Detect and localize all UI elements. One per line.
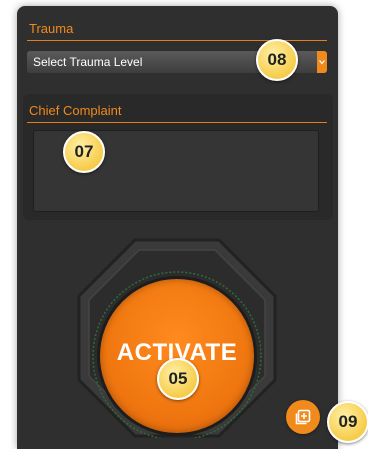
chief-complaint-label: Chief Complaint — [29, 103, 122, 118]
chevron-down-icon[interactable] — [317, 51, 327, 73]
callout-badge-08: 08 — [256, 39, 298, 81]
trauma-level-select-value: Select Trauma Level — [33, 55, 143, 69]
add-copy-icon — [295, 409, 311, 425]
chief-complaint-divider — [27, 122, 327, 123]
callout-badge-07: 07 — [63, 131, 105, 173]
callout-badge-09: 09 — [327, 401, 368, 443]
activate-button-housing: ACTIVATE — [77, 238, 277, 438]
callout-badge-05: 05 — [157, 358, 199, 400]
add-button[interactable] — [286, 400, 320, 434]
activate-button[interactable]: ACTIVATE — [97, 276, 257, 436]
trauma-label: Trauma — [29, 21, 74, 36]
